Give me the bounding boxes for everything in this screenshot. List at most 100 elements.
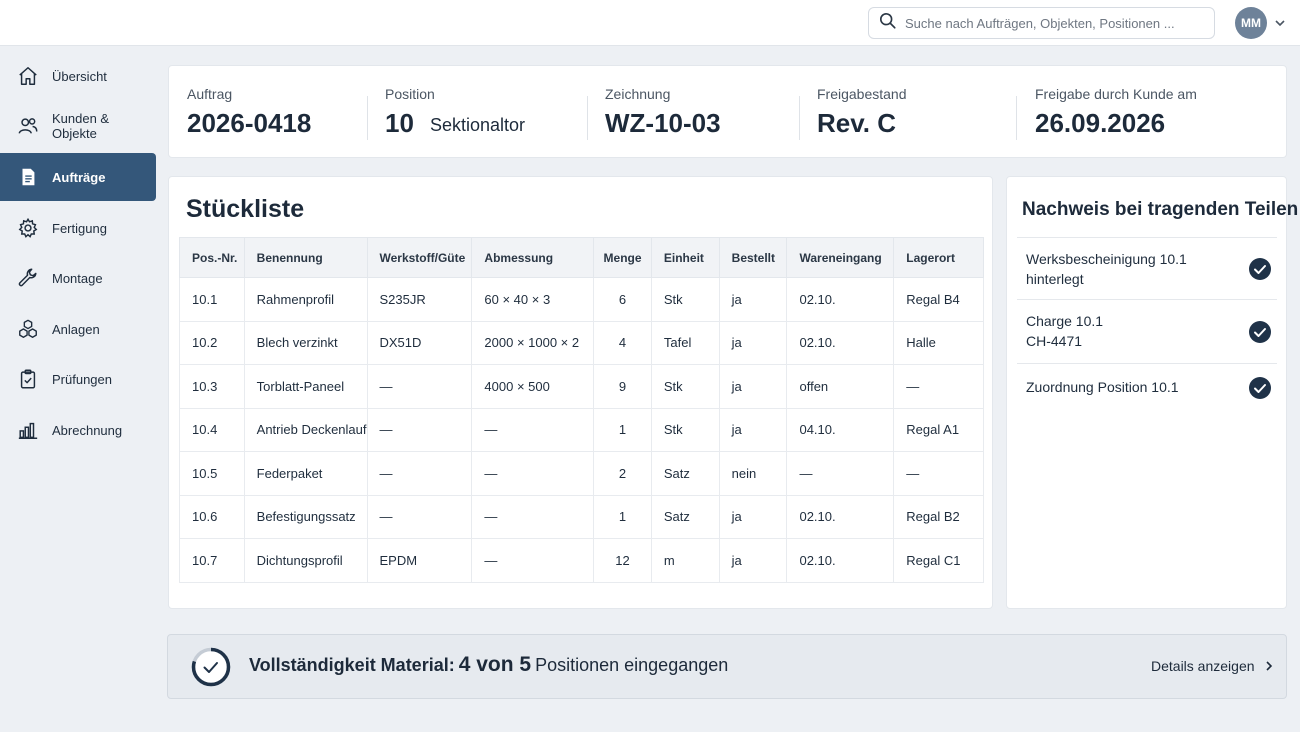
sidebar-item-montage[interactable]: Montage: [0, 254, 156, 302]
field-label: Freigabestand: [817, 86, 907, 102]
table-cell: Stk: [650, 277, 720, 322]
table-cell: —: [471, 407, 595, 452]
table-cell: 10.5: [179, 451, 245, 496]
table-row[interactable]: 10.3 Torblatt-Paneel — 4000 × 500 9 Stk …: [179, 364, 984, 409]
check-circle-icon: [1249, 258, 1271, 280]
field-value: Rev. C: [817, 108, 896, 138]
sidebar-item-label: Fertigung: [52, 220, 107, 236]
sidebar: Übersicht Kunden & Objekte Aufträge Fert…: [0, 46, 160, 732]
table-cell: Satz: [650, 451, 720, 496]
field-label: Position: [385, 86, 435, 102]
column-header[interactable]: Lagerort: [893, 237, 984, 278]
table-cell: ja: [718, 407, 788, 452]
cubes-icon: [17, 318, 39, 340]
table-cell: Regal B2: [893, 494, 984, 539]
table-row[interactable]: 10.5 Federpaket — — 2 Satz nein — —: [179, 451, 984, 496]
table-cell: 4: [593, 320, 652, 365]
table-cell: Tafel: [650, 320, 720, 365]
sidebar-item-fertigung[interactable]: Fertigung: [0, 204, 156, 252]
search-icon: [879, 12, 897, 35]
completeness-suffix: Positionen eingegangen: [535, 655, 729, 675]
sidebar-item-auftraege[interactable]: Aufträge: [0, 153, 156, 201]
table-cell: —: [366, 407, 473, 452]
table-row[interactable]: 10.7 Dichtungsprofil EPDM — 12 m ja 02.1…: [179, 538, 984, 583]
proof-item[interactable]: Zuordnung Position 10.1: [1017, 363, 1277, 411]
column-header[interactable]: Wareneingang: [786, 237, 895, 278]
table-cell: —: [893, 364, 984, 409]
table-cell: —: [471, 538, 595, 583]
sidebar-item-pruefungen[interactable]: Prüfungen: [0, 355, 156, 403]
table-cell: 04.10.: [786, 407, 895, 452]
table-cell: 1: [593, 407, 652, 452]
table-row[interactable]: 10.2 Blech verzinkt DX51D 2000 × 1000 × …: [179, 320, 984, 365]
column-header[interactable]: Einheit: [650, 237, 720, 278]
sidebar-item-label: Übersicht: [52, 68, 107, 84]
home-icon: [17, 65, 39, 87]
table-cell: 2000 × 1000 × 2: [471, 320, 595, 365]
field-label: Auftrag: [187, 86, 233, 102]
field-label: Zeichnung: [605, 86, 671, 102]
sidebar-item-abrechnung[interactable]: Abrechnung: [0, 406, 156, 454]
column-header[interactable]: Werkstoff/Güte: [366, 237, 473, 278]
details-link[interactable]: Details anzeigen: [1151, 658, 1275, 674]
table-cell: Halle: [893, 320, 984, 365]
table-header-row: Pos.-Nr. Benennung Werkstoff/Güte Abmess…: [179, 237, 984, 278]
check-circle-icon: [1249, 377, 1271, 399]
table-row[interactable]: 10.4 Antrieb Deckenlauf — — 1 Stk ja 04.…: [179, 407, 984, 452]
sidebar-item-label: Montage: [52, 270, 103, 286]
table-cell: 4000 × 500: [471, 364, 595, 409]
table-cell: Rahmenprofil: [243, 277, 368, 322]
chevron-right-icon: [1265, 661, 1272, 671]
search-box[interactable]: [868, 7, 1215, 39]
table-cell: Satz: [650, 494, 720, 539]
users-icon: [17, 115, 39, 137]
table-cell: 10.3: [179, 364, 245, 409]
position-name: Sektionaltor: [430, 115, 526, 135]
column-header[interactable]: Abmessung: [471, 237, 595, 278]
table-row[interactable]: 10.1 Rahmenprofil S235JR 60 × 40 × 3 6 S…: [179, 277, 984, 322]
proof-item-text: Charge 10.1 CH-4471: [1026, 311, 1103, 351]
column-header[interactable]: Pos.-Nr.: [179, 237, 245, 278]
table-cell: —: [471, 451, 595, 496]
gear-icon: [17, 217, 39, 239]
sidebar-item-kunden-objekte[interactable]: Kunden & Objekte: [0, 102, 156, 150]
avatar[interactable]: MM: [1235, 7, 1267, 39]
field-value: 26.09.2026: [1035, 108, 1166, 138]
chevron-down-icon[interactable]: [1274, 17, 1286, 29]
table-cell: DX51D: [366, 320, 473, 365]
table-cell: 02.10.: [786, 494, 895, 539]
table-cell: Dichtungsprofil: [243, 538, 368, 583]
search-input[interactable]: [905, 15, 1195, 31]
table-cell: 1: [593, 494, 652, 539]
divider: [587, 96, 588, 140]
field-value: WZ-10-03: [605, 108, 721, 138]
table-cell: 6: [593, 277, 652, 322]
table-cell: S235JR: [366, 277, 473, 322]
proof-card: Nachweis bei tragenden Teilen Werksbesch…: [1006, 176, 1298, 609]
field-value: 2026-0418: [187, 108, 312, 138]
proof-item[interactable]: Charge 10.1 CH-4471: [1017, 299, 1277, 363]
bar-chart-icon: [17, 419, 39, 441]
column-header[interactable]: Benennung: [243, 237, 368, 278]
sidebar-item-anlagen[interactable]: Anlagen: [0, 305, 156, 353]
table-cell: 10.4: [179, 407, 245, 452]
sidebar-item-uebersicht[interactable]: Übersicht: [0, 52, 156, 100]
column-header[interactable]: Bestellt: [718, 237, 788, 278]
table-cell: 10.2: [179, 320, 245, 365]
table-cell: Befestigungssatz: [243, 494, 368, 539]
table-cell: —: [893, 451, 984, 496]
table-cell: 60 × 40 × 3: [471, 277, 595, 322]
table-cell: ja: [718, 277, 788, 322]
divider: [1016, 96, 1017, 140]
table-cell: —: [366, 364, 473, 409]
order-header: Auftrag 2026-0418 Position 10 Sektionalt…: [168, 65, 1287, 158]
column-header[interactable]: Menge: [593, 237, 652, 278]
proof-title: Nachweis bei tragenden Teilen: [1022, 199, 1299, 220]
table-cell: 2: [593, 451, 652, 496]
table-cell: Stk: [650, 407, 720, 452]
proof-item[interactable]: Werksbescheinigung 10.1 hinterlegt: [1017, 237, 1277, 299]
table-row[interactable]: 10.6 Befestigungssatz — — 1 Satz ja 02.1…: [179, 494, 984, 539]
table-cell: 12: [593, 538, 652, 583]
table-cell: 10.6: [179, 494, 245, 539]
table-cell: 02.10.: [786, 538, 895, 583]
